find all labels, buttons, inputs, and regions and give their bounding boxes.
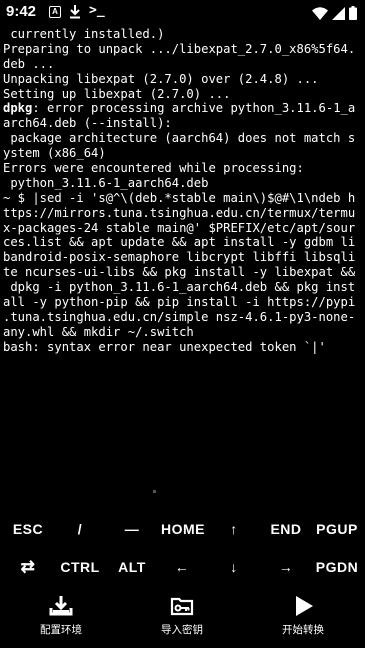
key-tab[interactable]: ⇄: [6, 551, 50, 583]
start-convert-button[interactable]: 开始转换: [258, 588, 348, 648]
terminal-line: ~ $ |sed -i 's@^\(deb.*stable main\)$@#\…: [3, 190, 356, 205]
play-icon: [290, 593, 316, 619]
status-icons: [312, 5, 357, 24]
battery-icon: [349, 5, 357, 24]
terminal-line: .tuna.tsinghua.edu.cn/simple nsz-4.6.1-p…: [3, 309, 356, 324]
download-notification-icon: [69, 4, 81, 23]
key-ctrl[interactable]: CTRL: [56, 551, 104, 583]
terminal-line: dpkg -i python_3.11.6-1_aarch64.deb && p…: [3, 280, 356, 295]
start-convert-label: 开始转换: [282, 624, 324, 636]
signal-icon: [332, 5, 345, 24]
key-left[interactable]: ←: [160, 551, 204, 583]
key-pgup[interactable]: PGUP: [312, 513, 362, 545]
key-alt[interactable]: ALT: [110, 551, 154, 583]
terminal-cursor: [153, 490, 156, 493]
terminal-line: ttps://mirrors.tuna.tsinghua.edu.cn/term…: [3, 205, 356, 220]
status-bar: 9:42 A >_: [0, 0, 365, 26]
key-home[interactable]: HOME: [156, 513, 210, 545]
terminal-line: ces.list && apt update && apt install -y…: [3, 235, 356, 250]
terminal-output[interactable]: currently installed.) Preparing to unpack…: [0, 27, 365, 487]
key-folder-icon: [169, 593, 195, 619]
terminal-notification-icon: >_: [89, 3, 105, 18]
wifi-icon: [312, 5, 328, 24]
dpkg-bold: dpkg: [3, 101, 33, 116]
terminal-line: Preparing to unpack .../libexpat_2.7.0_x…: [3, 41, 356, 56]
config-env-button[interactable]: 配置环境: [16, 588, 106, 648]
key-slash[interactable]: /: [58, 513, 102, 545]
extra-keys-row-2: ⇄ CTRL ALT ← ↓ → PGDN: [0, 551, 365, 583]
import-key-label: 导入密钥: [161, 624, 203, 636]
key-esc[interactable]: ESC: [6, 513, 50, 545]
import-key-button[interactable]: 导入密钥: [137, 588, 227, 648]
key-pgdn[interactable]: PGDN: [312, 551, 362, 583]
terminal-line: currently installed.): [3, 27, 165, 41]
key-end[interactable]: END: [264, 513, 308, 545]
terminal-line: python_3.11.6-1_aarch64.deb: [3, 175, 209, 190]
key-dash[interactable]: —: [110, 513, 154, 545]
notification-a-icon: A: [49, 6, 61, 18]
terminal-line: Unpacking libexpat (2.7.0) over (2.4.8) …: [3, 71, 319, 86]
terminal-line: Setting up libexpat (2.7.0) ...: [3, 86, 231, 101]
key-down[interactable]: ↓: [212, 551, 256, 583]
terminal-line: x-packages-24 stable main@' $PREFIX/etc/…: [3, 220, 356, 235]
key-up[interactable]: ↑: [212, 513, 256, 545]
bottom-action-bar: 配置环境 导入密钥 开始转换: [0, 588, 365, 648]
download-tray-icon: [48, 593, 74, 619]
terminal-line: deb ...: [3, 56, 55, 71]
terminal-line: dpkg: error processing archive python_3.…: [3, 101, 356, 116]
terminal-line: Errors were encountered while processing…: [3, 161, 304, 176]
key-right[interactable]: →: [264, 551, 308, 583]
terminal-line: all -y python-pip && pip install -i http…: [3, 295, 356, 310]
terminal-line: bandroid-posix-semaphore libcrypt libffi…: [3, 250, 356, 265]
config-env-label: 配置环境: [40, 624, 82, 636]
terminal-line: ystem (x86_64): [3, 146, 106, 161]
terminal-line: arch64.deb (--install):: [3, 116, 172, 131]
status-time: 9:42: [6, 3, 37, 20]
extra-keys-row-1: ESC / — HOME ↑ END PGUP: [0, 513, 365, 545]
terminal-line: bash: syntax error near unexpected token…: [3, 339, 326, 354]
terminal-line: te ncurses-ui-libs && pkg install -y lib…: [3, 265, 356, 280]
terminal-line: package architecture (aarch64) does not …: [3, 131, 356, 146]
terminal-line: any.whl && mkdir ~/.switch: [3, 324, 194, 339]
